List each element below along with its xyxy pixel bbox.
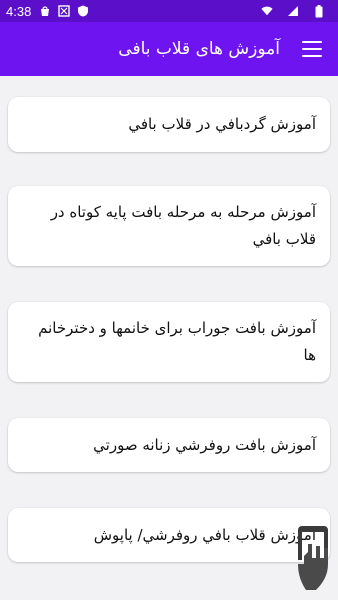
list-item-label: آموزش قلاب بافي روفرشي/ پاپوش [93,525,316,544]
list-item-label: آموزش بافت جوراب براى خانمها و دخترخانم … [38,319,316,364]
signal-icon [287,5,299,17]
battery-icon [313,4,325,17]
list-item[interactable]: آموزش قلاب بافي روفرشي/ پاپوش [8,508,330,562]
hamburger-menu-icon[interactable] [302,41,322,57]
bag-icon [39,5,51,17]
list-item[interactable]: آموزش بافت روفرشي زنانه صورتي [8,418,330,472]
app-title: آموزش های قلاب بافی [118,39,280,59]
list-item[interactable]: آموزش مرحله به مرحله بافت پايه كوتاه در … [8,186,330,266]
shield-icon [77,5,89,17]
wifi-icon [261,5,273,17]
list-item-label: آموزش گردبافي در قلاب بافي [128,115,316,133]
list-item-label: آموزش مرحله به مرحله بافت پايه كوتاه در … [50,203,316,248]
list-item[interactable]: آموزش بافت جوراب براى خانمها و دخترخانم … [8,302,330,382]
media-icon [58,5,71,17]
list-item[interactable]: آموزش گردبافي در قلاب بافي [8,97,330,152]
status-time: 4:38 [6,3,32,19]
phone-hand-icon [298,526,328,590]
list-item-label: آموزش بافت روفرشي زنانه صورتي [93,435,316,454]
app-bar: آموزش های قلاب بافی [0,22,338,76]
status-bar: 4:38 [0,0,338,22]
